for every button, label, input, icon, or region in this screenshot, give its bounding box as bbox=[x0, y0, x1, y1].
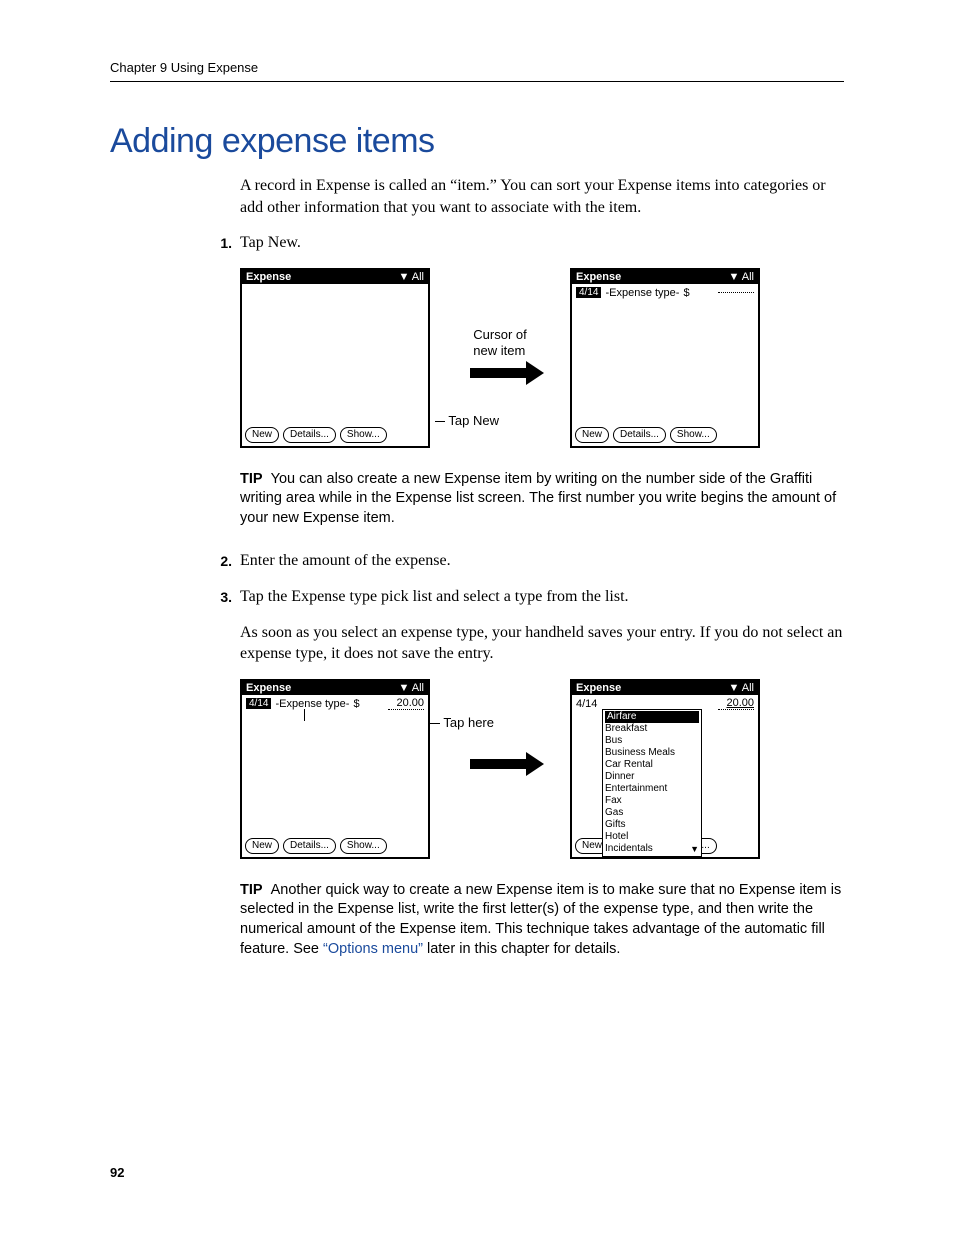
callout-tap-here: Tap here bbox=[443, 715, 494, 730]
app-title: Expense bbox=[246, 682, 291, 694]
step-text: Tap New. bbox=[240, 232, 844, 254]
tip-text: You can also create a new Expense item b… bbox=[240, 471, 836, 526]
palm-screen-after: Expense ▼ All 4/14 -Expense type- $ New … bbox=[570, 268, 760, 448]
step-2: 2. Enter the amount of the expense. bbox=[220, 550, 844, 572]
step-3: 3. Tap the Expense type pick list and se… bbox=[220, 586, 844, 665]
palm-footer: New Details... Show... bbox=[242, 835, 428, 857]
intro-paragraph: A record in Expense is called an “item.”… bbox=[240, 175, 844, 218]
dropdown-item[interactable]: Business Meals bbox=[605, 747, 699, 759]
expense-row[interactable]: 4/14 -Expense type- $ 20.00 bbox=[246, 697, 424, 711]
row-type-placeholder[interactable]: -Expense type- bbox=[275, 698, 349, 710]
app-title: Expense bbox=[576, 682, 621, 694]
palm-footer: New Details... Show... bbox=[572, 424, 758, 446]
show-button[interactable]: Show... bbox=[670, 427, 717, 443]
dropdown-item[interactable]: Bus bbox=[605, 735, 699, 747]
new-button[interactable]: New bbox=[575, 427, 609, 443]
options-menu-link[interactable]: “Options menu” bbox=[323, 941, 423, 957]
amount-field[interactable] bbox=[718, 292, 754, 293]
category-filter[interactable]: ▼ All bbox=[398, 271, 424, 283]
show-button[interactable]: Show... bbox=[340, 838, 387, 854]
expense-type-dropdown[interactable]: Airfare Breakfast Bus Business Meals Car… bbox=[602, 709, 702, 857]
expense-row[interactable]: 4/14 -Expense type- $ bbox=[576, 286, 754, 300]
app-title: Expense bbox=[246, 271, 291, 283]
new-button[interactable]: New bbox=[245, 427, 279, 443]
palm-screen-dropdown: Expense ▼ All 4/14 20.00 Airfare Breakfa… bbox=[570, 679, 760, 859]
currency-symbol: $ bbox=[683, 287, 689, 299]
new-button[interactable]: New bbox=[245, 838, 279, 854]
details-button[interactable]: Details... bbox=[613, 427, 666, 443]
step-text: Tap the Expense type pick list and selec… bbox=[240, 586, 844, 665]
dropdown-item[interactable]: Car Rental bbox=[605, 759, 699, 771]
scroll-down-icon[interactable]: ▼ bbox=[690, 843, 699, 855]
dropdown-item[interactable]: Incidentals bbox=[605, 843, 699, 855]
callout-tap-new-row: Tap New bbox=[435, 413, 499, 428]
amount-field: 20.00 bbox=[718, 697, 754, 710]
dropdown-item[interactable]: Entertainment bbox=[605, 783, 699, 795]
step-number: 2. bbox=[220, 550, 240, 572]
arrow-icon bbox=[470, 368, 530, 378]
tip-label: TIP bbox=[240, 471, 263, 487]
page-number: 92 bbox=[110, 1165, 124, 1180]
step-1: 1. Tap New. bbox=[220, 232, 844, 254]
palm-titlebar: Expense ▼ All bbox=[572, 681, 758, 695]
category-filter[interactable]: ▼ All bbox=[398, 682, 424, 694]
step-number: 3. bbox=[220, 586, 240, 665]
row-date: 4/14 bbox=[246, 698, 271, 709]
currency-symbol: $ bbox=[353, 698, 359, 710]
tip-label: TIP bbox=[240, 882, 263, 898]
row-date: 4/14 bbox=[576, 698, 597, 710]
tip-2-text-b: later in this chapter for details. bbox=[423, 941, 620, 957]
callout-cursor: Cursor of new item bbox=[473, 327, 526, 358]
palm-body bbox=[242, 284, 428, 424]
dropdown-item[interactable]: Breakfast bbox=[605, 723, 699, 735]
figure-2: Expense ▼ All 4/14 -Expense type- $ 20.0… bbox=[240, 679, 844, 859]
dropdown-item[interactable]: Gas bbox=[605, 807, 699, 819]
chapter-header: Chapter 9 Using Expense bbox=[110, 60, 844, 82]
dropdown-item[interactable]: Hotel bbox=[605, 831, 699, 843]
dropdown-item[interactable]: Gifts bbox=[605, 819, 699, 831]
palm-screen-before: Expense ▼ All New Details... Show... bbox=[240, 268, 430, 448]
step-3-followup: As soon as you select an expense type, y… bbox=[240, 622, 844, 665]
palm-titlebar: Expense ▼ All bbox=[572, 270, 758, 284]
row-type-placeholder[interactable]: -Expense type- bbox=[605, 287, 679, 299]
leader-line bbox=[304, 709, 305, 721]
tip-2: TIP Another quick way to create a new Ex… bbox=[240, 881, 844, 959]
palm-titlebar: Expense ▼ All bbox=[242, 681, 428, 695]
dropdown-item[interactable]: Dinner bbox=[605, 771, 699, 783]
app-title: Expense bbox=[576, 271, 621, 283]
amount-field[interactable]: 20.00 bbox=[388, 697, 424, 710]
step-text: Enter the amount of the expense. bbox=[240, 550, 844, 572]
row-date: 4/14 bbox=[576, 287, 601, 298]
palm-titlebar: Expense ▼ All bbox=[242, 270, 428, 284]
step-3-line: Tap the Expense type pick list and selec… bbox=[240, 588, 629, 605]
leader-line bbox=[435, 421, 445, 422]
callout-tap-new: Tap New bbox=[448, 413, 499, 428]
palm-body: 4/14 -Expense type- $ 20.00 bbox=[242, 695, 428, 835]
section-title: Adding expense items bbox=[110, 122, 844, 161]
arrow-icon bbox=[470, 759, 530, 769]
category-filter[interactable]: ▼ All bbox=[728, 271, 754, 283]
dropdown-item-selected[interactable]: Airfare bbox=[605, 711, 699, 723]
callout-tap-here-row: Tap here bbox=[430, 715, 494, 730]
step-number: 1. bbox=[220, 232, 240, 254]
figure-2-callouts: Tap here bbox=[430, 679, 570, 859]
leader-line bbox=[430, 723, 440, 724]
dropdown-item[interactable]: Fax bbox=[605, 795, 699, 807]
palm-body: 4/14 20.00 Airfare Breakfast Bus Busines… bbox=[572, 695, 758, 835]
figure-1: Expense ▼ All New Details... Show... Cur… bbox=[240, 268, 844, 448]
details-button[interactable]: Details... bbox=[283, 427, 336, 443]
show-button[interactable]: Show... bbox=[340, 427, 387, 443]
tip-1: TIP You can also create a new Expense it… bbox=[240, 470, 844, 529]
category-filter[interactable]: ▼ All bbox=[728, 682, 754, 694]
details-button[interactable]: Details... bbox=[283, 838, 336, 854]
palm-body: 4/14 -Expense type- $ bbox=[572, 284, 758, 424]
palm-footer: New Details... Show... bbox=[242, 424, 428, 446]
palm-screen-amount: Expense ▼ All 4/14 -Expense type- $ 20.0… bbox=[240, 679, 430, 859]
